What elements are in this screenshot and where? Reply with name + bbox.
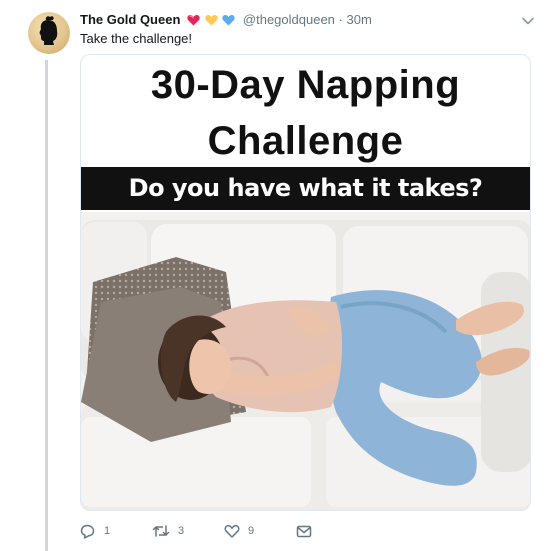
tweet-header: The Gold Queen @thegoldqueen · 30m: [80, 11, 372, 31]
envelope-icon: [296, 525, 312, 537]
silhouette-icon: [39, 16, 58, 45]
media-banner: Do you have what it takes?: [81, 167, 530, 210]
display-name[interactable]: The Gold Queen: [80, 12, 180, 27]
emoji-row: [187, 13, 236, 31]
retweet-icon: [152, 525, 170, 537]
media-headline-line2: Challenge: [207, 119, 404, 163]
chevron-down-icon[interactable]: [521, 14, 535, 28]
napping-woman-photo: [81, 212, 530, 510]
thread-line: [45, 60, 48, 551]
tweet-media[interactable]: 30-Day Napping Challenge Do you have wha…: [80, 54, 531, 511]
heart-icon: [224, 525, 240, 538]
heart-blue-icon: [222, 14, 235, 26]
timestamp[interactable]: 30m: [347, 12, 372, 27]
media-headline-line1: 30-Day Napping: [150, 63, 461, 107]
heart-pink-icon: [187, 14, 200, 26]
tweet[interactable]: The Gold Queen @thegoldqueen · 30m Take …: [0, 0, 559, 551]
reply-icon: [80, 524, 95, 539]
reply-button[interactable]: 1: [80, 524, 152, 539]
heart-yellow-icon: [205, 14, 218, 26]
reply-count: 1: [104, 525, 111, 537]
like-count: 9: [248, 525, 255, 537]
direct-message-button[interactable]: [296, 525, 320, 538]
like-button[interactable]: 9: [224, 524, 296, 538]
retweet-button[interactable]: 3: [152, 524, 224, 538]
handle[interactable]: @thegoldqueen: [243, 12, 335, 27]
separator: ·: [338, 12, 343, 27]
tweet-actions: 1 3 9: [80, 521, 320, 541]
avatar[interactable]: [28, 12, 70, 54]
tweet-text: Take the challenge!: [80, 31, 193, 46]
retweet-count: 3: [178, 525, 185, 537]
